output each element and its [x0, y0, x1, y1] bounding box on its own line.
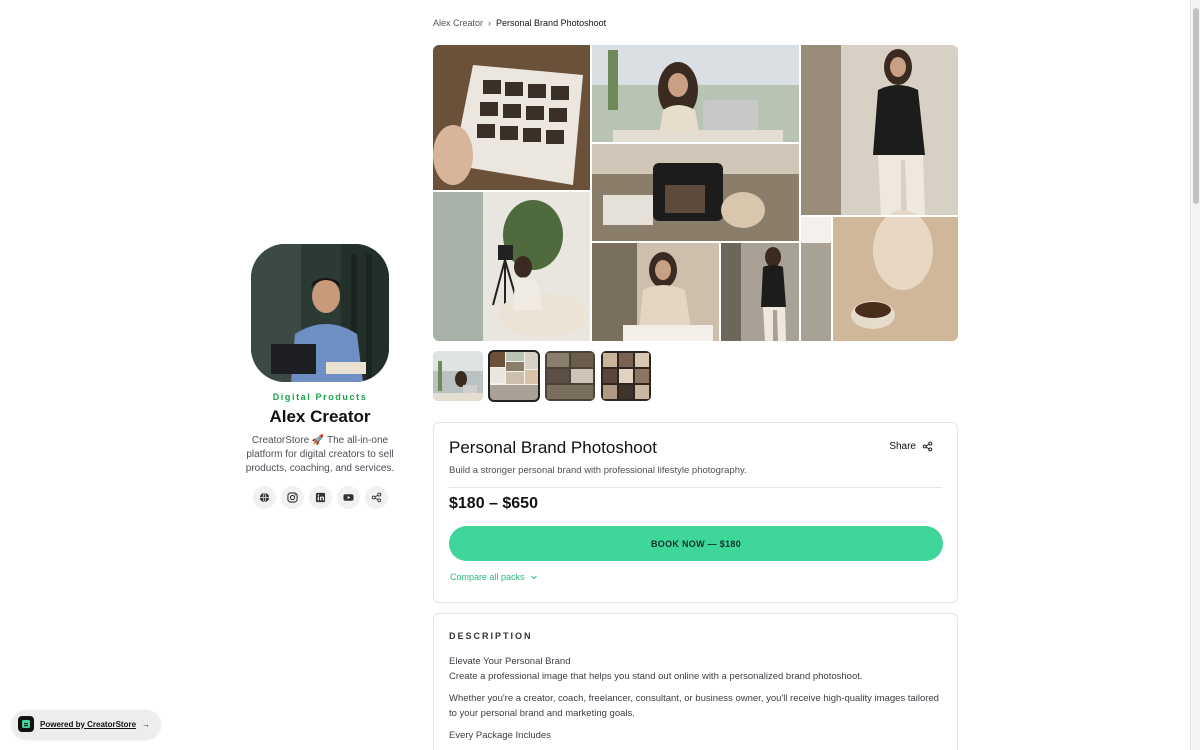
compare-packs-label: Compare all packs — [450, 572, 525, 582]
breadcrumb: Alex Creator › Personal Brand Photoshoot — [433, 18, 606, 28]
product-subtitle: Build a stronger personal brand with pro… — [449, 465, 747, 476]
product-gallery-main[interactable] — [433, 45, 958, 341]
gallery-thumbnail-1[interactable] — [433, 351, 483, 401]
share-profile-link[interactable] — [364, 486, 388, 509]
gallery-thumbnail-3[interactable] — [545, 351, 595, 401]
creator-bio: CreatorStore 🚀 The all-in-one platform f… — [245, 435, 395, 474]
linkedin-icon — [315, 492, 325, 503]
divider — [449, 487, 942, 488]
scrollbar-thumb[interactable] — [1193, 8, 1199, 204]
powered-by-badge[interactable]: Powered by CreatorStore → — [12, 710, 161, 738]
description-card: DESCRIPTION Elevate Your Personal Brand C… — [433, 613, 958, 750]
share-icon — [922, 441, 933, 452]
price-range: $180 – $650 — [449, 495, 538, 512]
gallery-thumbnail-2[interactable] — [488, 350, 540, 402]
description-line: Create a professional image that helps y… — [449, 671, 863, 682]
social-links — [240, 486, 400, 509]
website-link[interactable] — [252, 486, 276, 509]
share-label: Share — [889, 441, 916, 452]
breadcrumb-parent-link[interactable]: Alex Creator — [433, 18, 483, 28]
arrow-right-icon: → — [142, 719, 151, 729]
creator-name: Alex Creator — [269, 407, 371, 426]
linkedin-link[interactable] — [308, 486, 332, 509]
instagram-link[interactable] — [280, 486, 304, 509]
book-now-button[interactable]: BOOK NOW — $180 — [449, 526, 943, 561]
chevron-down-icon — [530, 575, 537, 580]
avatar — [251, 244, 389, 382]
share-icon — [371, 492, 381, 503]
gallery-thumbnail-4[interactable] — [601, 351, 651, 401]
page-scrollbar[interactable] — [1190, 0, 1200, 750]
creatorstore-logo-icon — [18, 716, 34, 732]
creator-profile: Digital Products Alex Creator CreatorSto… — [240, 244, 400, 509]
gallery-thumbnails — [433, 350, 651, 402]
youtube-link[interactable] — [336, 486, 360, 509]
collage-image — [433, 45, 958, 341]
product-title: Personal Brand Photoshoot — [449, 438, 657, 457]
compare-packs-toggle[interactable]: Compare all packs — [450, 572, 538, 582]
description-line: Every Package Includes — [449, 730, 551, 741]
description-body: Elevate Your Personal Brand Create a prof… — [449, 654, 943, 750]
description-heading: DESCRIPTION — [449, 631, 533, 641]
description-paragraph: Whether you're a creator, coach, freelan… — [449, 693, 939, 719]
share-button[interactable]: Share — [889, 441, 933, 452]
description-line: Elevate Your Personal Brand — [449, 656, 571, 667]
youtube-icon — [342, 494, 354, 501]
breadcrumb-current: Personal Brand Photoshoot — [496, 18, 607, 28]
powered-by-label: Powered by CreatorStore — [40, 719, 137, 729]
instagram-icon — [286, 492, 298, 503]
breadcrumb-separator: › — [488, 18, 492, 28]
globe-icon — [259, 492, 269, 503]
profile-category: Digital Products — [272, 392, 368, 402]
product-card: Personal Brand Photoshoot Share Build a … — [433, 422, 958, 603]
